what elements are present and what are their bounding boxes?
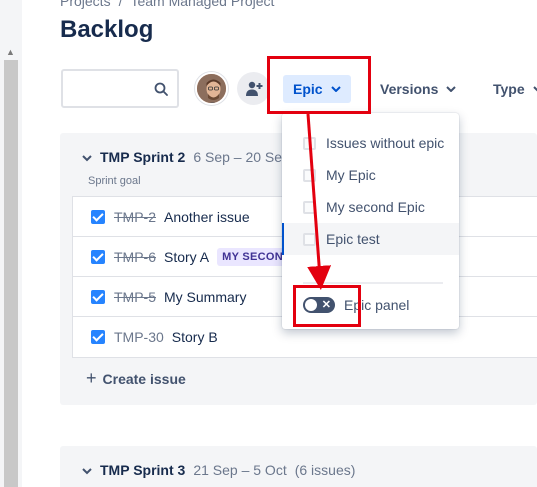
issue-summary: Another issue — [164, 208, 250, 225]
plus-icon: + — [86, 368, 97, 388]
menu-item-my-epic[interactable]: My Epic — [282, 159, 459, 191]
menu-item-issues-without-epic[interactable]: Issues without epic — [282, 127, 459, 159]
search-input[interactable] — [61, 69, 179, 108]
menu-divider — [303, 282, 443, 284]
sprint-name: TMP Sprint 3 — [100, 462, 186, 478]
versions-filter-label: Versions — [380, 81, 439, 97]
avatar[interactable] — [195, 72, 228, 105]
sprint-header[interactable]: TMP Sprint 3 21 Sep – 5 Oct (6 issues) — [82, 462, 355, 478]
create-issue-button[interactable]: + Create issue — [86, 368, 186, 389]
issue-summary: Story A — [164, 248, 210, 265]
add-user-icon — [246, 81, 263, 96]
scrollbar-thumb[interactable] — [4, 60, 18, 487]
breadcrumb-separator: / — [118, 0, 123, 9]
issue-key[interactable]: TMP-30 — [114, 329, 164, 345]
annotation-box-toggle — [293, 285, 361, 327]
issue-key[interactable]: TMP-5 — [114, 289, 156, 305]
sprint-header[interactable]: TMP Sprint 2 6 Sep – 20 Sep — [82, 149, 290, 165]
sprint-dates: 6 Sep – 20 Sep — [193, 149, 290, 165]
checkbox-icon — [303, 200, 316, 214]
type-filter-label: Type — [493, 81, 525, 97]
menu-item-label: Epic test — [326, 231, 380, 247]
chevron-down-icon[interactable] — [82, 468, 92, 475]
search-icon — [154, 82, 168, 96]
checkbox-icon — [91, 209, 105, 224]
checkbox-icon — [91, 330, 105, 344]
sprint-goal[interactable]: Sprint goal — [88, 175, 141, 187]
issue-summary: Story B — [171, 329, 218, 345]
create-issue-label: Create issue — [102, 370, 186, 387]
checkbox-icon — [303, 168, 316, 182]
checkbox-icon — [303, 232, 316, 246]
versions-filter-button[interactable]: Versions — [370, 75, 466, 103]
checkbox-icon — [303, 136, 316, 150]
chevron-down-icon — [446, 86, 457, 92]
scroll-up-icon[interactable]: ▲ — [6, 47, 15, 57]
checkbox-icon — [91, 289, 105, 304]
menu-item-label: My Epic — [326, 167, 376, 183]
page-title: Backlog — [60, 16, 154, 43]
breadcrumb-project[interactable]: Team Managed Project — [130, 0, 274, 9]
menu-item-label: Issues without epic — [326, 135, 445, 151]
sprint-card: TMP Sprint 3 21 Sep – 5 Oct (6 issues) — [60, 446, 537, 487]
sprint-issue-count: (6 issues) — [294, 462, 356, 478]
menu-item-my-second-epic[interactable]: My second Epic — [282, 191, 459, 223]
sprint-dates: 21 Sep – 5 Oct — [193, 462, 287, 478]
breadcrumb-projects[interactable]: Projects — [60, 0, 111, 9]
chevron-down-icon[interactable] — [82, 155, 92, 162]
annotation-box-epic — [267, 56, 371, 114]
issue-summary: My Summary — [164, 288, 247, 305]
sprint-name: TMP Sprint 2 — [100, 149, 186, 165]
issue-key[interactable]: TMP-6 — [114, 249, 156, 265]
user-avatar-icon — [197, 74, 226, 103]
issue-key[interactable]: TMP-2 — [114, 209, 156, 225]
menu-item-label: My second Epic — [326, 199, 425, 215]
breadcrumb: Projects / Team Managed Project — [60, 0, 274, 9]
chevron-down-icon — [532, 86, 537, 92]
add-people-button[interactable] — [237, 72, 270, 105]
left-scrollbar[interactable]: ▲ — [0, 0, 22, 487]
checkbox-icon — [91, 249, 105, 264]
menu-item-epic-test[interactable]: Epic test — [282, 223, 459, 255]
type-filter-button[interactable]: Type — [483, 75, 537, 103]
